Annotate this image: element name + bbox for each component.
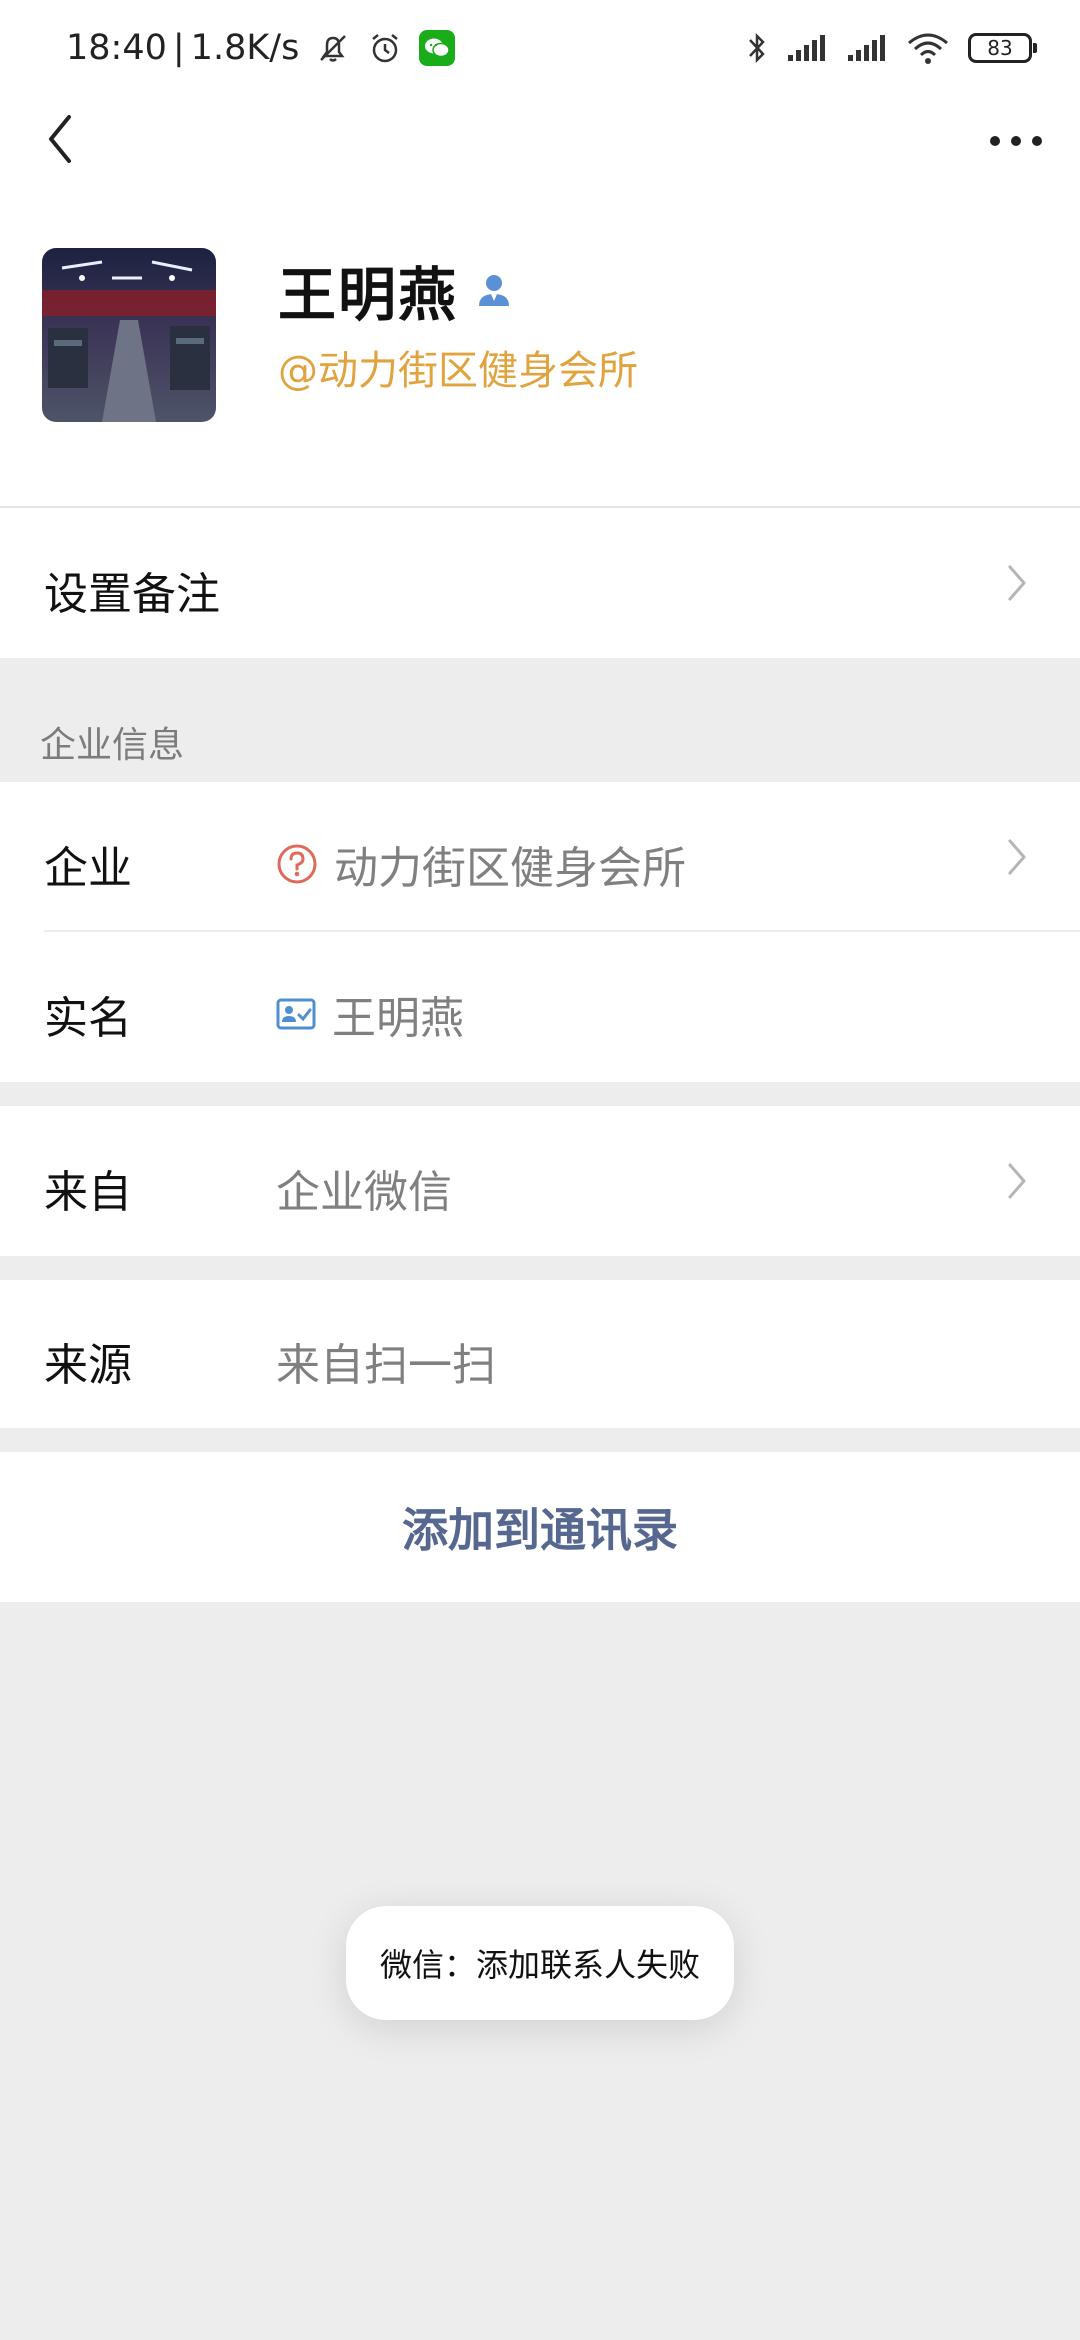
signal-icon	[786, 33, 828, 63]
chevron-left-icon	[45, 113, 75, 169]
more-button[interactable]	[976, 108, 1056, 174]
from-label: 来自	[44, 1167, 132, 1218]
person-icon	[474, 270, 514, 310]
set-remark-label: 设置备注	[44, 569, 220, 620]
source-label: 来源	[44, 1340, 132, 1391]
alarm-icon	[367, 30, 403, 66]
company-value: 动力街区健身会所	[334, 843, 686, 894]
chevron-right-icon	[1002, 561, 1032, 605]
set-remark-row[interactable]: 设置备注	[0, 508, 1080, 658]
mute-bell-icon	[315, 30, 351, 66]
status-left: 18:40 | 1.8K/s	[66, 22, 456, 74]
status-right: 83	[728, 24, 1037, 72]
wifi-icon	[906, 31, 950, 65]
battery-icon: 83	[968, 33, 1037, 63]
source-value: 来自扫一扫	[276, 1340, 496, 1391]
battery-level: 83	[987, 36, 1013, 60]
profile-card: 王明燕 @动力街区健身会所	[0, 186, 1080, 508]
company-row[interactable]: 企业 动力街区健身会所	[0, 782, 1080, 930]
bluetooth-icon	[746, 30, 768, 66]
enterprise-info-group: 企业 动力街区健身会所 实名 王明燕	[0, 782, 1080, 1082]
net-speed: 1.8K/s	[190, 28, 300, 68]
profile-name: 王明燕	[278, 261, 459, 329]
toast-message: 微信：添加联系人失败	[346, 1906, 734, 2020]
chevron-right-icon	[1002, 835, 1032, 879]
real-name-value: 王明燕	[332, 993, 464, 1044]
status-time: 18:40	[66, 28, 167, 68]
wechat-icon	[419, 30, 456, 66]
id-card-icon	[276, 997, 316, 1031]
real-name-label: 实名	[44, 993, 132, 1044]
from-row[interactable]: 来自 企业微信	[0, 1106, 1080, 1256]
status-bar: 18:40 | 1.8K/s 83	[0, 0, 1080, 96]
real-name-row: 实名 王明燕	[0, 932, 1080, 1082]
status-separator: |	[172, 28, 185, 68]
avatar[interactable]	[42, 248, 216, 422]
add-to-contacts-button[interactable]: 添加到通讯录	[0, 1452, 1080, 1602]
profile-company-tag: @动力街区健身会所	[278, 348, 638, 394]
nav-bar	[0, 96, 1080, 186]
from-value: 企业微信	[276, 1167, 452, 1218]
company-value-wrap: 动力街区健身会所	[276, 832, 686, 896]
more-horizontal-icon	[989, 132, 1043, 151]
question-circle-icon	[276, 843, 318, 885]
company-label: 企业	[44, 843, 132, 894]
real-name-value-wrap: 王明燕	[276, 982, 464, 1046]
signal-icon	[846, 33, 888, 63]
chevron-right-icon	[1002, 1159, 1032, 1203]
source-row: 来源 来自扫一扫	[0, 1280, 1080, 1428]
enterprise-section-header: 企业信息	[40, 725, 185, 766]
profile-name-row: 王明燕	[278, 248, 514, 332]
back-button[interactable]	[30, 108, 90, 174]
